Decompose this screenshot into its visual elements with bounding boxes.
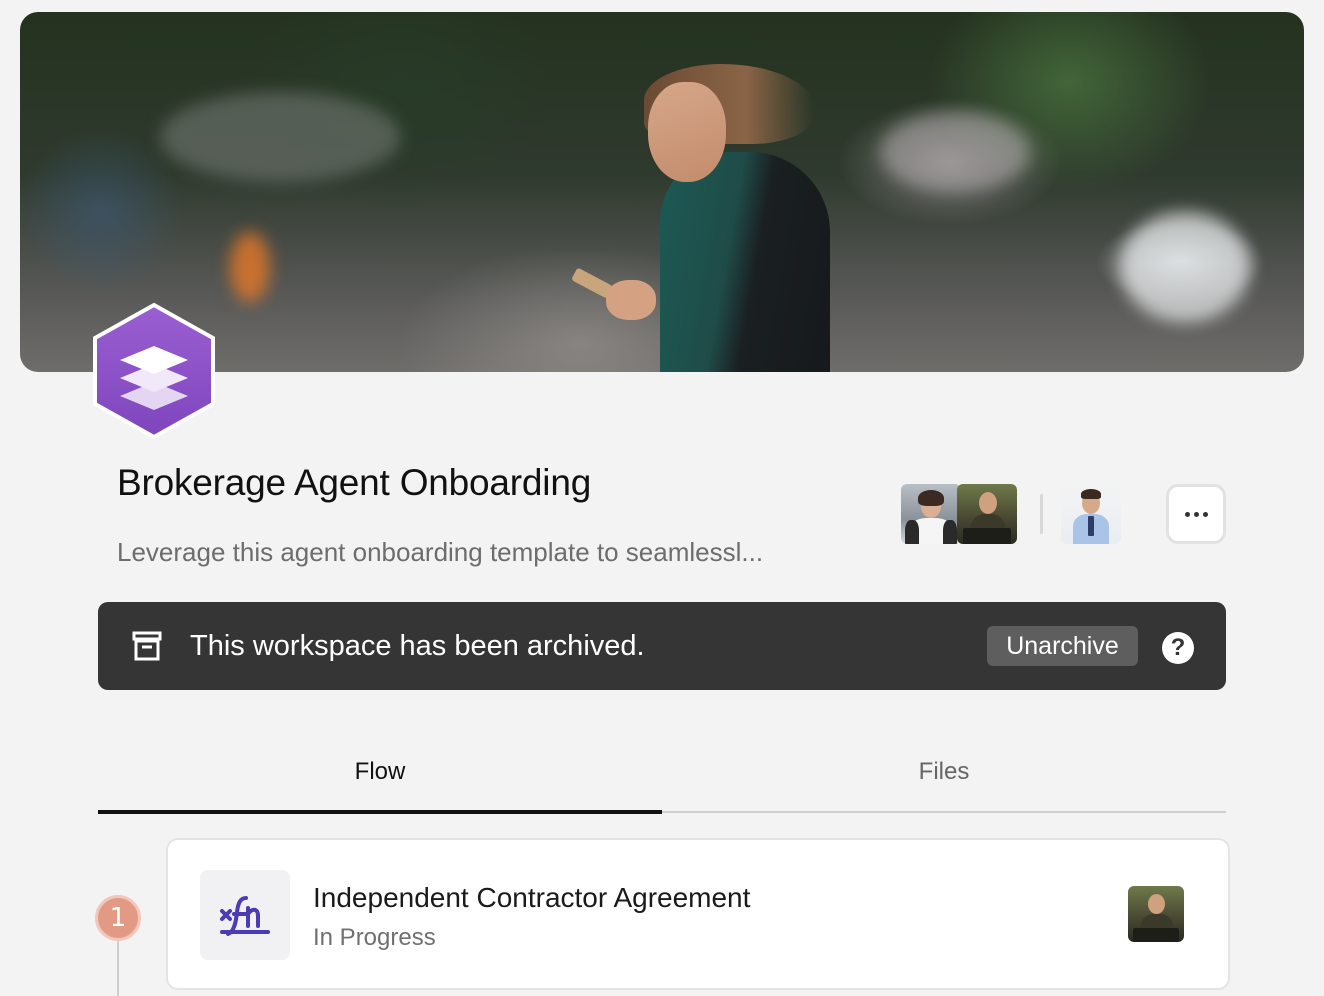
- avatar-tie: [1088, 516, 1094, 536]
- unarchive-button[interactable]: Unarchive: [987, 626, 1138, 666]
- step-title: Independent Contractor Agreement: [313, 882, 751, 913]
- tab-files[interactable]: Files: [662, 730, 1226, 814]
- flow-step-card[interactable]: Independent Contractor Agreement In Prog…: [166, 838, 1230, 990]
- avatar-divider: [1040, 494, 1043, 534]
- step-number-badge: 1: [95, 895, 141, 941]
- workspace-logo-icon: [93, 302, 215, 440]
- step-connector: [117, 941, 119, 996]
- person-head: [648, 82, 726, 182]
- person-body: [660, 152, 830, 372]
- blurred-car: [1120, 212, 1250, 322]
- avatar[interactable]: [901, 484, 961, 544]
- blurred-light: [230, 232, 270, 302]
- avatar[interactable]: [957, 484, 1017, 544]
- step-status: In Progress: [313, 924, 436, 951]
- archived-message: This workspace has been archived.: [190, 630, 645, 662]
- avatar-face: [979, 492, 997, 514]
- help-icon[interactable]: ?: [1162, 632, 1194, 664]
- avatar-desk: [1133, 928, 1179, 942]
- avatar[interactable]: [1061, 484, 1121, 544]
- archive-box-icon: [132, 631, 162, 661]
- assignee-avatar[interactable]: [1128, 886, 1184, 942]
- workspace-description: Leverage this agent onboarding template …: [117, 537, 764, 567]
- tab-active-indicator: [98, 810, 662, 814]
- more-horizontal-icon-dot: [1193, 511, 1199, 517]
- avatar-jacket: [943, 520, 957, 544]
- avatar-hair: [1081, 489, 1101, 499]
- workspace-title: Brokerage Agent Onboarding: [117, 462, 592, 503]
- signature-icon: [220, 896, 270, 936]
- blurred-awning: [160, 92, 400, 182]
- blurred-building: [880, 112, 1030, 192]
- more-horizontal-icon-dot: [1202, 511, 1208, 517]
- avatar-face: [1148, 894, 1165, 914]
- signature-icon-tile: [200, 870, 290, 960]
- workspace-tabs: Flow Files: [98, 730, 1226, 814]
- avatar-jacket: [905, 520, 919, 544]
- hand: [606, 280, 656, 320]
- more-options-button[interactable]: [1166, 484, 1226, 544]
- tab-flow[interactable]: Flow: [98, 730, 662, 814]
- avatar-hair: [918, 490, 944, 506]
- archived-banner: This workspace has been archived. Unarch…: [98, 602, 1226, 690]
- avatar-desk: [963, 528, 1011, 544]
- tab-divider: [662, 811, 1226, 813]
- more-horizontal-icon: [1184, 511, 1190, 517]
